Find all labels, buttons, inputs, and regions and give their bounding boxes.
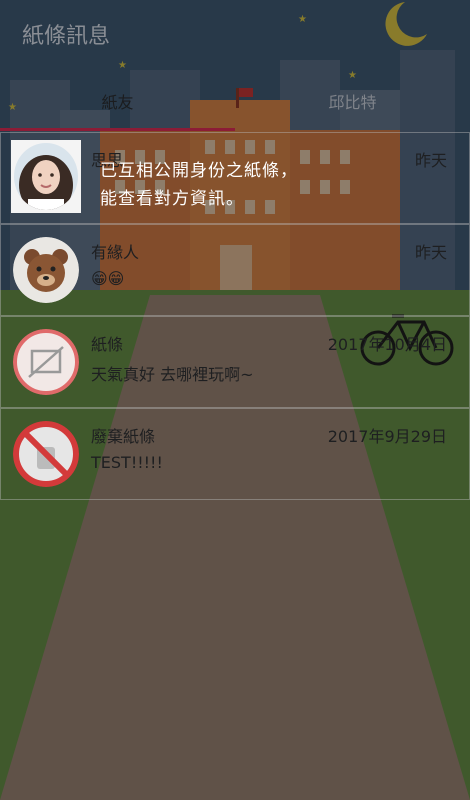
tab-cupid[interactable]: 邱比特 — [235, 80, 470, 126]
tutorial-text-line-1: 已互相公開身份之紙條， — [100, 161, 298, 181]
tab-bar: 紙友 邱比特 — [0, 80, 470, 130]
message-preview: 天氣真好 去哪裡玩啊~ — [91, 365, 254, 384]
message-date: 昨天 — [414, 243, 447, 262]
highlighted-avatar[interactable] — [11, 140, 81, 213]
image-placeholder-icon — [13, 329, 79, 395]
app-title: 紙條訊息 — [22, 24, 111, 49]
app-bar: 紙條訊息 — [0, 0, 470, 70]
prohibited-icon — [13, 421, 79, 487]
list-item[interactable]: 廢棄紙條 2017年9月29日 TEST!!!!! — [0, 408, 470, 500]
message-preview: TEST!!!!! — [91, 453, 163, 472]
tutorial-text-line-2: 能查看對方資訊。 — [100, 189, 244, 209]
contact-name: 紙條 — [91, 335, 124, 354]
avatar — [14, 143, 78, 210]
message-date: 昨天 — [414, 151, 447, 170]
message-preview: 😁😁 — [91, 269, 125, 288]
tab-indicator — [0, 128, 235, 131]
contact-name: 有緣人 — [91, 243, 140, 262]
tab-paper-friends[interactable]: 紙友 — [0, 80, 235, 126]
message-date: 2017年10月4日 — [327, 335, 447, 354]
list-item[interactable]: 有緣人 昨天 😁😁 — [0, 224, 470, 316]
message-date: 2017年9月29日 — [327, 427, 447, 446]
contact-name: 廢棄紙條 — [91, 427, 156, 446]
bear-icon — [13, 237, 79, 303]
list-item[interactable]: 紙條 2017年10月4日 天氣真好 去哪裡玩啊~ — [0, 316, 470, 408]
